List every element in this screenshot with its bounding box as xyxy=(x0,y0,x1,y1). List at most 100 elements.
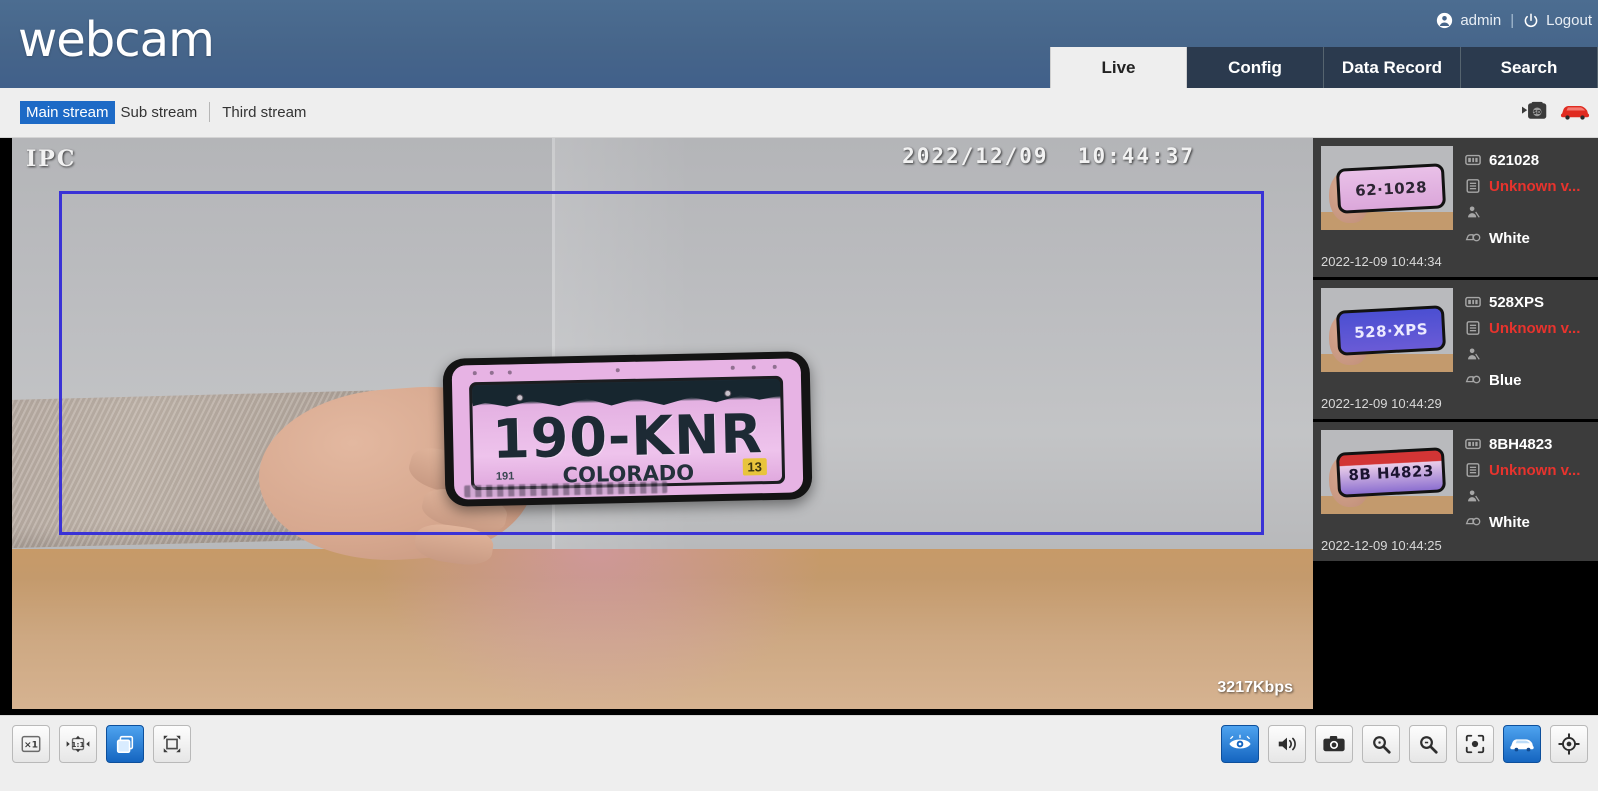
car-color-icon xyxy=(1465,230,1481,246)
capture-thumbnail[interactable]: 8B H4823 xyxy=(1321,430,1453,514)
osd-bitrate: 3217Kbps xyxy=(1217,679,1293,696)
capture-color: Blue xyxy=(1489,371,1522,389)
capture-color: White xyxy=(1489,513,1530,531)
stream-divider xyxy=(209,102,211,122)
account-separator: | xyxy=(1510,12,1515,29)
target-button[interactable] xyxy=(1550,725,1588,763)
license-plate: 190-KNR COLORADO 191 13 xyxy=(472,379,783,488)
list-icon xyxy=(1465,320,1481,336)
capture-plate-number: 8BH4823 xyxy=(1489,435,1553,453)
capture-driver-row xyxy=(1465,486,1598,506)
capture-type-row: Unknown v... xyxy=(1465,318,1598,338)
capture-vehicle-type: Unknown v... xyxy=(1489,319,1581,337)
license-plate-frame: 190-KNR COLORADO 191 13 xyxy=(469,376,786,491)
capture-plate-number: 621028 xyxy=(1489,151,1540,169)
svg-text:1:1: 1:1 xyxy=(71,740,84,749)
phone-screen: 190-KNR COLORADO 191 13 xyxy=(451,358,804,501)
capture-plate-row: 8BH4823 xyxy=(1465,434,1598,454)
capture-type-row: Unknown v... xyxy=(1465,460,1598,480)
capture-type-row: Unknown v... xyxy=(1465,176,1598,196)
fit-window-button[interactable]: 1:1 xyxy=(59,725,97,763)
capture-color-row: White xyxy=(1465,228,1598,248)
plate-icon xyxy=(1465,294,1481,310)
vehicle-detection-button[interactable] xyxy=(1503,725,1541,763)
plate-small-number: 191 xyxy=(495,470,515,483)
list-icon xyxy=(1465,462,1481,478)
main-nav-tabs: Live Config Data Record Search xyxy=(1050,47,1598,88)
capture-fields: 621028 Unknown v... White xyxy=(1453,146,1598,277)
video-and-panel-region: 190-KNR COLORADO 191 13 IPC 2022/12/09 1… xyxy=(0,138,1598,715)
plate-capture-panel[interactable]: 62·1028 621028 Unknown v... White 2022-1… xyxy=(1313,138,1598,715)
capture-fields: 8BH4823 Unknown v... White xyxy=(1453,430,1598,561)
username-label: admin xyxy=(1460,12,1502,29)
focus-button[interactable] xyxy=(1456,725,1494,763)
capture-fields: 528XPS Unknown v... Blue xyxy=(1453,288,1598,419)
tab-data-record[interactable]: Data Record xyxy=(1324,47,1461,88)
stream-sub[interactable]: Sub stream xyxy=(115,101,204,124)
stream-subbar: Main stream Sub stream Third stream SD xyxy=(0,88,1598,138)
person-icon xyxy=(1465,204,1481,220)
audio-button[interactable] xyxy=(1268,725,1306,763)
preview-eye-button[interactable] xyxy=(1221,725,1259,763)
zoom-out-button[interactable] xyxy=(1409,725,1447,763)
tab-config[interactable]: Config xyxy=(1187,47,1324,88)
capture-thumbnail[interactable]: 528·XPS xyxy=(1321,288,1453,372)
tab-search[interactable]: Search xyxy=(1461,47,1598,88)
thumb-plate-text: 528·XPS xyxy=(1338,308,1444,354)
scene-table-reflection xyxy=(376,549,819,709)
capture-record-item[interactable]: 8B H4823 8BH4823 Unknown v... White 2022… xyxy=(1313,422,1598,564)
snapshot-button[interactable] xyxy=(1315,725,1353,763)
capture-plate-row: 621028 xyxy=(1465,150,1598,170)
capture-timestamp: 2022-12-09 10:44:25 xyxy=(1321,538,1442,553)
capture-record-item[interactable]: 528·XPS 528XPS Unknown v... Blue 2022-12… xyxy=(1313,280,1598,422)
live-video-view[interactable]: 190-KNR COLORADO 191 13 IPC 2022/12/09 1… xyxy=(12,138,1313,709)
capture-vehicle-type: Unknown v... xyxy=(1489,177,1581,195)
plate-sticker: 13 xyxy=(742,457,767,476)
red-car-icon[interactable] xyxy=(1560,102,1590,125)
osd-channel-name: IPC xyxy=(26,146,77,172)
svg-text:×1: ×1 xyxy=(24,740,38,751)
stream-third[interactable]: Third stream xyxy=(216,101,312,124)
fullscreen-button[interactable] xyxy=(153,725,191,763)
app-logo: webcam xyxy=(18,12,215,68)
stream-selector: Main stream Sub stream Third stream xyxy=(20,100,312,124)
osd-timestamp: 2022/12/09 10:44:37 xyxy=(902,144,1195,168)
capture-driver-row xyxy=(1465,202,1598,222)
toolbar-left-group: ×1 1:1 xyxy=(12,725,191,763)
plate-icon xyxy=(1465,436,1481,452)
sd-camera-icon[interactable]: SD xyxy=(1522,101,1548,126)
capture-plate-row: 528XPS xyxy=(1465,292,1598,312)
capture-timestamp: 2022-12-09 10:44:34 xyxy=(1321,254,1442,269)
app-header: webcam admin | Logout Live Config Data R… xyxy=(0,0,1598,88)
multi-window-button[interactable] xyxy=(106,725,144,763)
person-icon xyxy=(1465,346,1481,362)
capture-color: White xyxy=(1489,229,1530,247)
capture-driver-row xyxy=(1465,344,1598,364)
svg-text:SD: SD xyxy=(1533,110,1542,116)
thumb-plate-text: 62·1028 xyxy=(1338,166,1444,212)
zoom-in-button[interactable] xyxy=(1362,725,1400,763)
car-color-icon xyxy=(1465,372,1481,388)
account-area: admin | Logout xyxy=(1436,12,1592,29)
list-icon xyxy=(1465,178,1481,194)
capture-record-item[interactable]: 62·1028 621028 Unknown v... White 2022-1… xyxy=(1313,138,1598,280)
toolbar-right-group xyxy=(1221,725,1588,763)
person-icon xyxy=(1465,488,1481,504)
power-icon[interactable] xyxy=(1523,13,1539,29)
subbar-icon-group: SD xyxy=(1522,101,1590,126)
webcam-live-page: webcam admin | Logout Live Config Data R… xyxy=(0,0,1598,791)
scene-phone: 190-KNR COLORADO 191 13 xyxy=(442,351,813,508)
capture-timestamp: 2022-12-09 10:44:29 xyxy=(1321,396,1442,411)
logout-button[interactable]: Logout xyxy=(1546,12,1592,29)
original-size-button[interactable]: ×1 xyxy=(12,725,50,763)
capture-vehicle-type: Unknown v... xyxy=(1489,461,1581,479)
stream-main[interactable]: Main stream xyxy=(20,100,115,124)
user-circle-icon xyxy=(1436,12,1453,29)
plate-icon xyxy=(1465,152,1481,168)
car-color-icon xyxy=(1465,514,1481,530)
capture-color-row: White xyxy=(1465,512,1598,532)
capture-color-row: Blue xyxy=(1465,370,1598,390)
thumb-plate-text: 8B H4823 xyxy=(1338,450,1444,496)
capture-thumbnail[interactable]: 62·1028 xyxy=(1321,146,1453,230)
tab-live[interactable]: Live xyxy=(1050,47,1187,88)
